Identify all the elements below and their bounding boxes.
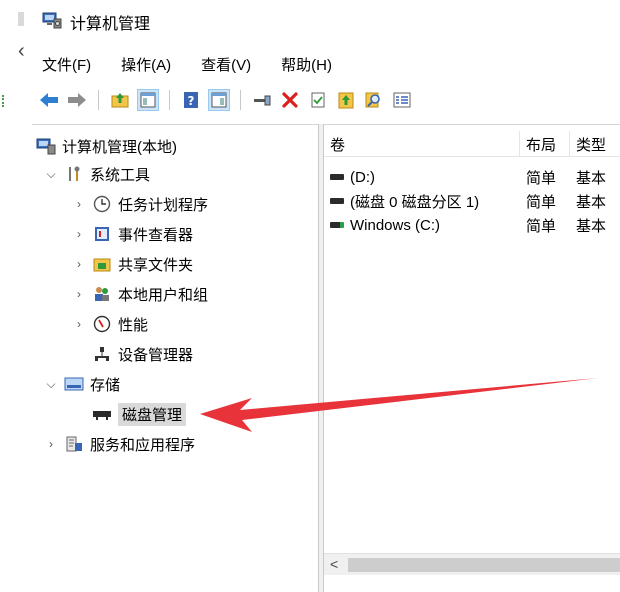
column-layout[interactable]: 布局: [520, 131, 570, 157]
tree-item-performance[interactable]: › 性能: [72, 311, 148, 337]
table-row[interactable]: Windows (C:) 简单 基本: [324, 213, 620, 237]
performance-gauge-icon: [92, 314, 112, 334]
tree-label: 系统工具: [90, 166, 151, 184]
scroll-left-button[interactable]: <: [330, 556, 338, 572]
toolbar-separator: [240, 90, 241, 110]
cell-volume: (磁盘 0 磁盘分区 1): [330, 189, 520, 213]
tree-item-shared-folders[interactable]: › 共享文件夹: [72, 251, 193, 277]
chevron-right-icon[interactable]: ›: [72, 257, 86, 271]
chevron-down-icon[interactable]: ⌵: [44, 377, 58, 392]
tree-item-system-tools[interactable]: ⌵ 系统工具: [44, 161, 150, 187]
menu-bar: 文件(F) 操作(A) 查看(V) 帮助(H): [38, 50, 336, 78]
system-drive-icon: [330, 222, 344, 228]
tree-item-disk-management[interactable]: 磁盘管理: [92, 401, 187, 427]
volume-name: Windows (C:): [350, 216, 441, 234]
toolbar-grip: [2, 95, 5, 107]
cell-type: 基本: [576, 169, 607, 187]
tree-item-device-manager[interactable]: 设备管理器: [92, 341, 193, 367]
scrollbar-thumb[interactable]: [348, 558, 620, 572]
back-chevron-icon[interactable]: ‹: [18, 40, 25, 63]
computer-management-icon: [42, 10, 62, 35]
tree-item-event-viewer[interactable]: › 事件查看器: [72, 221, 193, 247]
help-icon[interactable]: ?: [180, 89, 202, 111]
volume-name: (磁盘 0 磁盘分区 1): [350, 193, 480, 211]
chevron-right-icon[interactable]: ›: [44, 437, 58, 451]
drive-icon: [330, 198, 344, 204]
clock-icon: [92, 194, 112, 214]
connect-icon[interactable]: [251, 89, 273, 111]
volume-name: (D:): [350, 168, 375, 186]
table-row[interactable]: (磁盘 0 磁盘分区 1) 简单 基本: [324, 189, 620, 213]
delete-icon[interactable]: [279, 89, 301, 111]
tree-label: 磁盘管理: [118, 402, 187, 426]
chevron-right-icon[interactable]: ›: [72, 227, 86, 241]
chevron-down-icon[interactable]: ⌵: [44, 167, 58, 182]
menu-help[interactable]: 帮助(H): [277, 52, 336, 77]
tree-label: 服务和应用程序: [90, 436, 196, 454]
edge-mark: [18, 12, 24, 26]
show-hide-tree-icon[interactable]: [137, 89, 159, 111]
device-manager-icon: [92, 344, 112, 364]
disk-management-icon: [92, 404, 112, 424]
volume-list: 卷 布局 类型 (D:) 简单 基本 (磁盘 0 磁盘分区 1) 简单 基本 W…: [324, 124, 620, 592]
cell-layout: 简单: [526, 217, 557, 235]
search-icon[interactable]: [363, 89, 385, 111]
tree-label: 性能: [118, 316, 149, 334]
toolbar: ?: [38, 86, 413, 114]
window-title: 计算机管理: [70, 16, 151, 33]
computer-management-icon: [36, 136, 56, 156]
svg-text:?: ?: [188, 94, 195, 108]
tree-item-root[interactable]: 计算机管理(本地): [36, 133, 177, 159]
column-type[interactable]: 类型: [570, 131, 620, 157]
cell-volume: (D:): [330, 165, 520, 189]
title-bar: 计算机管理: [42, 10, 150, 34]
storage-icon: [64, 374, 84, 394]
forward-arrow-icon[interactable]: [66, 89, 88, 111]
tree-label: 任务计划程序: [118, 196, 209, 214]
menu-file[interactable]: 文件(F): [38, 52, 95, 77]
list-icon[interactable]: [391, 89, 413, 111]
column-volume[interactable]: 卷: [324, 131, 520, 157]
tree-item-storage[interactable]: ⌵ 存储: [44, 371, 120, 397]
tree-item-services-apps[interactable]: › 服务和应用程序: [44, 431, 195, 457]
left-edge-strip: ‹: [0, 0, 30, 592]
toolbar-separator: [98, 90, 99, 110]
tree-label: 本地用户和组: [118, 286, 209, 304]
menu-action[interactable]: 操作(A): [117, 52, 175, 77]
cell-type: 基本: [576, 217, 607, 235]
show-hide-action-icon[interactable]: [208, 89, 230, 111]
tree-label: 设备管理器: [118, 346, 194, 364]
toolbar-separator: [169, 90, 170, 110]
chevron-right-icon[interactable]: ›: [72, 317, 86, 331]
navigation-tree: 计算机管理(本地) ⌵ 系统工具 › 任务计划程序 › 事件查看器 › 共享文件…: [32, 124, 318, 592]
up-folder-icon[interactable]: [109, 89, 131, 111]
cell-layout: 简单: [526, 169, 557, 187]
tools-icon: [64, 164, 84, 184]
services-icon: [64, 434, 84, 454]
back-arrow-icon[interactable]: [38, 89, 60, 111]
list-header: 卷 布局 类型: [324, 131, 620, 157]
tree-label: 存储: [90, 376, 121, 394]
export-icon[interactable]: [335, 89, 357, 111]
chevron-right-icon[interactable]: ›: [72, 287, 86, 301]
tree-label: 事件查看器: [118, 226, 194, 244]
cell-type: 基本: [576, 193, 607, 211]
tree-item-task-scheduler[interactable]: › 任务计划程序: [72, 191, 208, 217]
horizontal-scrollbar[interactable]: <: [324, 553, 620, 575]
event-viewer-icon: [92, 224, 112, 244]
menu-view[interactable]: 查看(V): [197, 52, 255, 77]
shared-folder-icon: [92, 254, 112, 274]
cell-layout: 简单: [526, 193, 557, 211]
chevron-right-icon[interactable]: ›: [72, 197, 86, 211]
properties-icon[interactable]: [307, 89, 329, 111]
table-row[interactable]: (D:) 简单 基本: [324, 165, 620, 189]
tree-label: 计算机管理(本地): [62, 138, 177, 156]
cell-volume: Windows (C:): [330, 213, 520, 237]
tree-label: 共享文件夹: [118, 256, 194, 274]
drive-icon: [330, 174, 344, 180]
computer-management-window: ‹ 计算机管理 文件(F) 操作(A) 查看(V) 帮助(H) ? 计算机管理(…: [0, 0, 620, 592]
tree-item-local-users[interactable]: › 本地用户和组: [72, 281, 208, 307]
users-icon: [92, 284, 112, 304]
